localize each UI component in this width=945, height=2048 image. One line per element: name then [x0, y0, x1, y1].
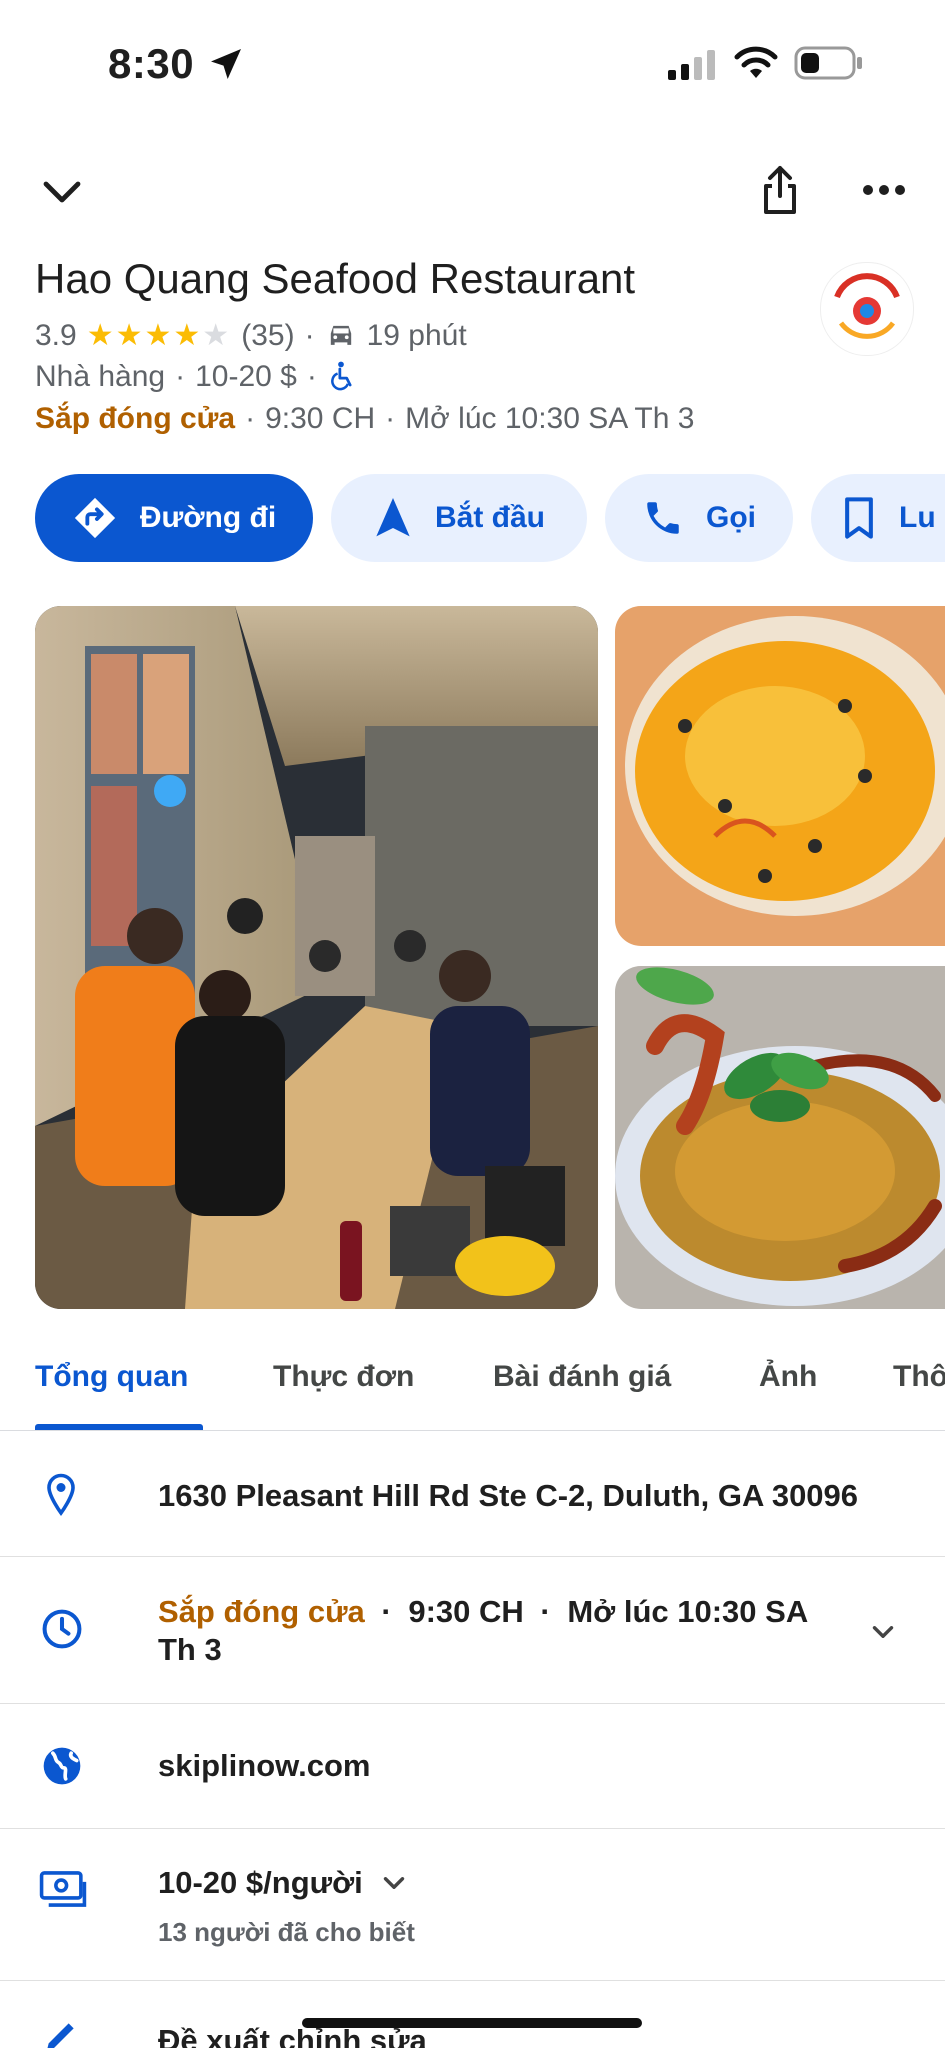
website-link[interactable]: skiplinow.com [158, 1748, 370, 1784]
tab-photos[interactable]: Ảnh [759, 1360, 817, 1394]
money-icon [39, 1871, 87, 1907]
wifi-icon [734, 46, 778, 78]
globe-icon [43, 1747, 81, 1785]
battery-icon [794, 46, 862, 80]
address-text: 1630 Pleasant Hill Rd Ste C-2, Duluth, G… [158, 1478, 859, 1513]
empty-star-icon: ★ [202, 319, 232, 352]
tab-reviews[interactable]: Bài đánh giá [493, 1360, 671, 1394]
chevron-down-icon[interactable] [377, 1866, 411, 1900]
tab-overview[interactable]: Tổng quan [35, 1360, 188, 1394]
rating-stars: ★★★★★ [87, 318, 231, 353]
share-button[interactable] [748, 158, 812, 222]
share-icon [764, 166, 796, 214]
navigation-icon [376, 498, 410, 537]
start-button[interactable]: Bắt đầu [331, 474, 587, 562]
restaurant-photo-main[interactable] [35, 606, 598, 1309]
car-icon [330, 325, 351, 345]
review-count: (35) [241, 318, 295, 352]
hours-summary-row[interactable]: Sắp đóng cửa · 9:30 CH · Mở lúc 10:30 SA… [35, 402, 694, 436]
clock-icon [42, 1609, 82, 1649]
suggest-edit-row[interactable]: Đề xuất chỉnh sửa [0, 1981, 945, 2048]
category-row: Nhà hàng · 10-20 $ · [35, 360, 355, 394]
tab-about[interactable]: Thô [893, 1360, 945, 1394]
call-label: Gọi [706, 501, 756, 534]
chevron-down-icon[interactable] [866, 1615, 900, 1649]
hours-row[interactable]: Sắp đóng cửa · 9:30 CH · Mở lúc 10:30 SA… [0, 1557, 945, 1703]
filled-stars-icon: ★★★★ [86, 319, 203, 352]
curry-bowl-photo[interactable] [615, 606, 945, 946]
price-per-person: 10-20 $/người [158, 1865, 363, 1900]
website-row[interactable]: skiplinow.com [0, 1704, 945, 1828]
closing-status: Sắp đóng cửa [35, 402, 236, 435]
next-open-time: Mở lúc 10:30 SA Th 3 [405, 402, 695, 435]
price-reported-count: 13 người đã cho biết [158, 1917, 415, 1947]
price-row[interactable]: 10-20 $/người 13 người đã cho biết [0, 1829, 945, 1979]
phone-icon [647, 502, 679, 534]
rating-row[interactable]: 3.9 ★★★★★ (35) · 19 phút [35, 318, 467, 353]
address-row[interactable]: 1630 Pleasant Hill Rd Ste C-2, Duluth, G… [0, 1432, 945, 1556]
price-range: 10-20 $ [195, 360, 297, 393]
hours-open: Mở lúc 10:30 SA [567, 1594, 809, 1629]
category-label: Nhà hàng [35, 360, 166, 393]
rating-value: 3.9 [35, 318, 77, 352]
directions-button[interactable]: Đường đi [35, 474, 313, 562]
hours-status: Sắp đóng cửa [158, 1594, 365, 1629]
drive-time: 19 phút [366, 318, 467, 352]
tabs-divider [0, 1430, 945, 1431]
save-button[interactable]: Lu [811, 474, 945, 562]
close-time: 9:30 CH [265, 402, 376, 435]
tab-menu[interactable]: Thực đơn [273, 1360, 414, 1394]
collapse-button[interactable] [30, 160, 94, 224]
pencil-icon [47, 2023, 74, 2048]
crab-curry-photo[interactable] [615, 966, 945, 1309]
home-indicator[interactable] [302, 2018, 642, 2028]
start-label: Bắt đầu [434, 501, 545, 534]
wheelchair-icon [330, 361, 352, 391]
more-horizontal-icon [863, 185, 905, 195]
call-button[interactable]: Gọi [605, 474, 793, 562]
hours-close: 9:30 CH [408, 1594, 524, 1629]
bookmark-icon [845, 497, 873, 539]
hours-open-day: Th 3 [158, 1632, 222, 1667]
chevron-down-icon [43, 181, 81, 203]
location-arrow-icon [211, 49, 241, 79]
status-time: 8:30 [108, 40, 195, 87]
location-pin-icon [47, 1473, 75, 1517]
directions-icon [74, 497, 115, 539]
save-label: Lu [899, 501, 936, 534]
place-title: Hao Quang Seafood Restaurant [35, 255, 636, 302]
place-logo [820, 262, 914, 356]
directions-label: Đường đi [139, 501, 277, 534]
cellular-signal-icon [668, 50, 715, 80]
more-options-button[interactable] [852, 158, 916, 222]
